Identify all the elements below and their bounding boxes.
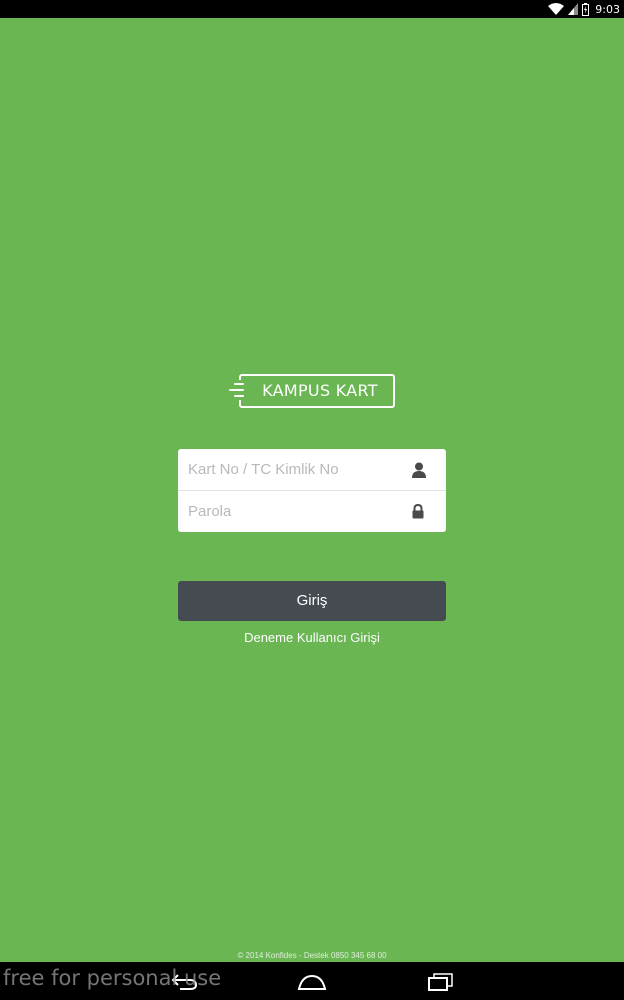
logo-text: KAMPUS KART (262, 381, 378, 400)
watermark: free for personal use (3, 966, 222, 990)
kampus-kart-logo: KAMPUS KART (229, 374, 395, 408)
recent-apps-icon[interactable] (425, 971, 455, 991)
signal-icon (568, 3, 579, 15)
card-number-row (178, 449, 446, 491)
login-button[interactable]: Giriş (178, 581, 446, 621)
lock-icon (412, 503, 426, 520)
password-input[interactable] (178, 491, 446, 532)
user-icon (412, 462, 426, 478)
wifi-icon (548, 3, 565, 15)
card-number-input[interactable] (178, 449, 446, 490)
speed-lines-icon (229, 380, 249, 400)
demo-login-link[interactable]: Deneme Kullanıcı Girişi (178, 630, 446, 645)
footer-copyright: © 2014 Konfides - Destek 0850 345 68 00 (237, 951, 387, 960)
status-icons: 9:03 (548, 1, 620, 17)
login-form (178, 449, 446, 532)
status-bar: 9:03 (0, 0, 624, 18)
home-icon[interactable] (297, 971, 327, 991)
status-time: 9:03 (595, 2, 620, 16)
battery-charging-icon (582, 2, 590, 16)
password-row (178, 491, 446, 532)
